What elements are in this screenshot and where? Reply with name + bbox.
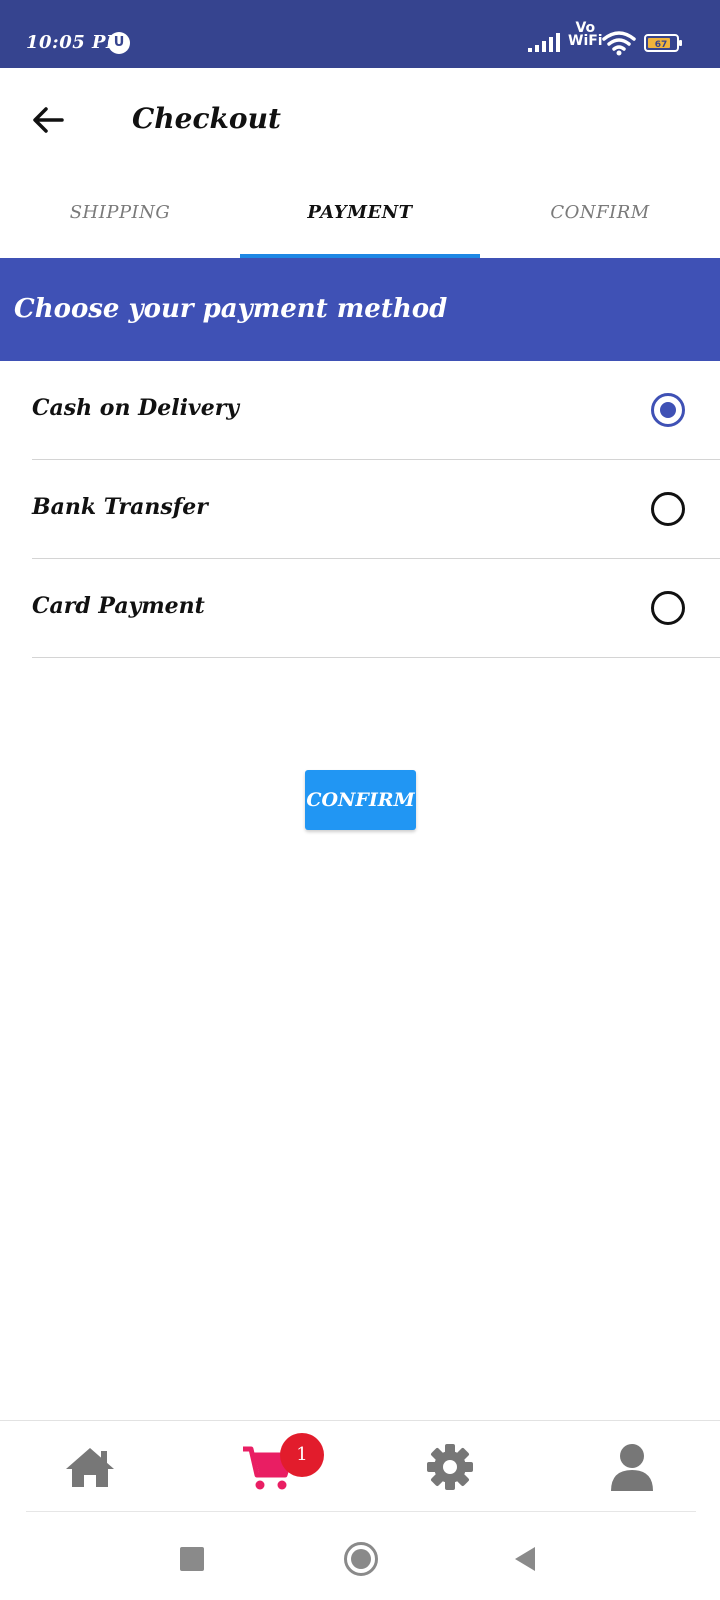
vowifi-bottom: WiFi — [568, 33, 603, 49]
back-triangle-icon[interactable] — [515, 1547, 535, 1571]
payment-option-card-payment[interactable]: Card Payment — [0, 559, 720, 658]
confirm-button[interactable]: CONFIRM — [305, 770, 416, 830]
section-header: Choose your payment method — [0, 258, 720, 361]
back-arrow-icon[interactable] — [28, 100, 68, 140]
wifi-icon — [602, 31, 636, 56]
divider — [32, 657, 720, 658]
radio-button-selected[interactable] — [651, 393, 685, 427]
battery-icon: 67 — [644, 34, 682, 52]
status-bar: 10:05 PM U Vo WiFi 67 — [0, 0, 720, 68]
signal-strength-icon — [528, 33, 560, 52]
payment-options-list: Cash on Delivery Bank Transfer Card Paym… — [0, 361, 720, 658]
home-icon[interactable] — [64, 1443, 116, 1491]
home-circle-icon[interactable] — [344, 1542, 378, 1576]
page-title: Checkout — [132, 102, 281, 135]
payment-option-label: Cash on Delivery — [32, 395, 240, 421]
checkout-steps-tabs: SHIPPING PAYMENT CONFIRM — [0, 170, 720, 258]
recent-apps-icon[interactable] — [180, 1547, 204, 1571]
tab-shipping[interactable]: SHIPPING — [0, 170, 240, 258]
app-bar: Checkout — [0, 68, 720, 170]
battery-level: 67 — [655, 40, 668, 50]
radio-button[interactable] — [651, 492, 685, 526]
section-title: Choose your payment method — [14, 294, 448, 324]
notification-app-icon: U — [108, 32, 130, 54]
vowifi-indicator: Vo WiFi — [568, 21, 603, 49]
cart-count-badge: 1 — [280, 1433, 324, 1477]
tab-confirm[interactable]: CONFIRM — [480, 170, 720, 258]
user-icon[interactable] — [606, 1443, 658, 1491]
payment-option-cash-on-delivery[interactable]: Cash on Delivery — [0, 361, 720, 460]
payment-option-label: Bank Transfer — [32, 494, 208, 520]
payment-option-bank-transfer[interactable]: Bank Transfer — [0, 460, 720, 559]
radio-button[interactable] — [651, 591, 685, 625]
payment-option-label: Card Payment — [32, 593, 205, 619]
bottom-navigation: 1 — [0, 1420, 720, 1512]
gear-icon[interactable] — [424, 1443, 476, 1491]
system-navigation-bar — [0, 1512, 720, 1600]
tab-payment[interactable]: PAYMENT — [240, 170, 480, 258]
